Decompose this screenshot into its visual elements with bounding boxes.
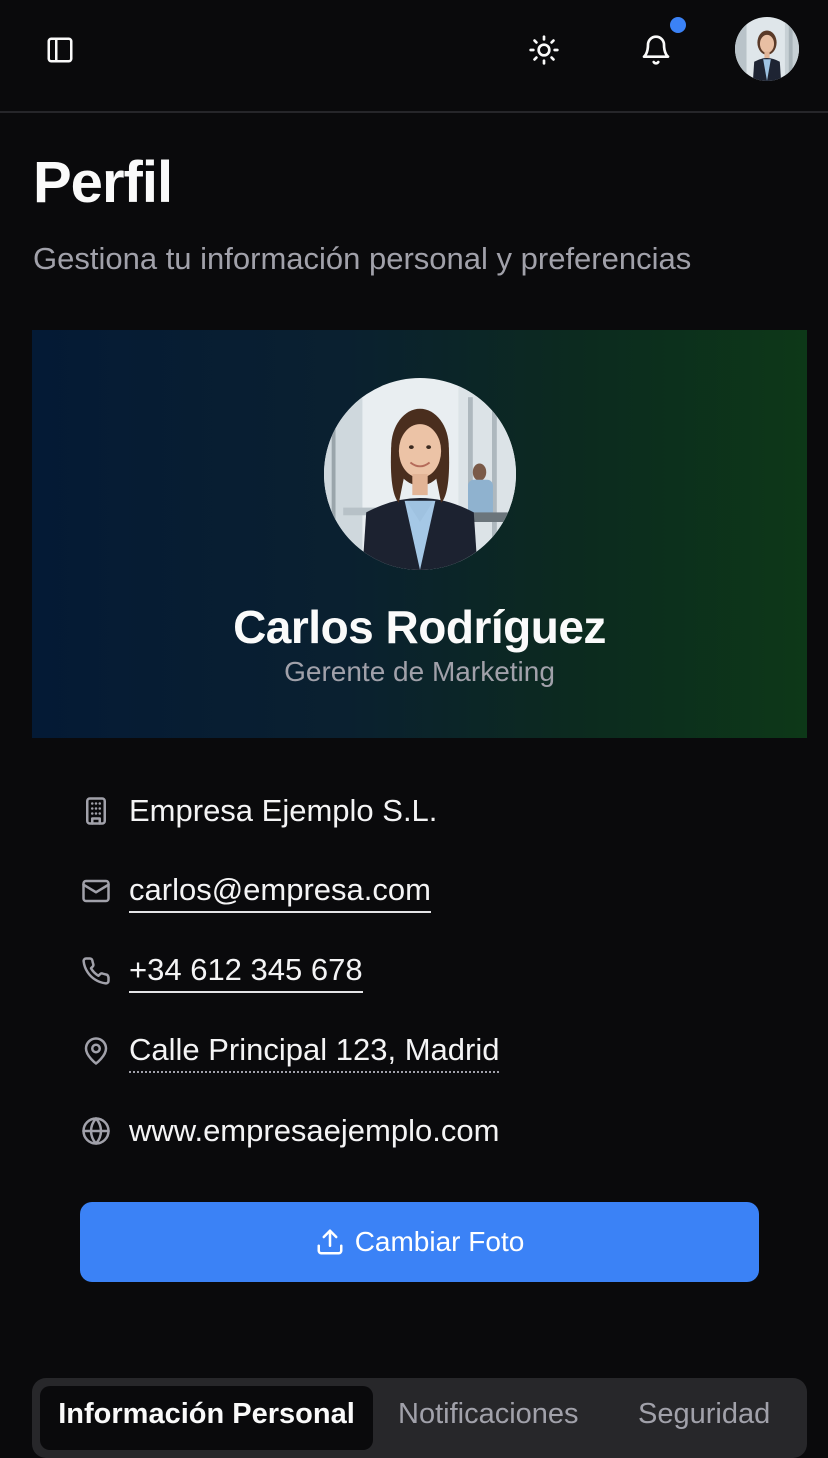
notifications-button[interactable]	[632, 26, 680, 74]
profile-tabs: Información Personal Notificaciones Segu…	[32, 1378, 807, 1458]
phone-link[interactable]: +34 612 345 678	[129, 950, 363, 993]
building-icon	[80, 795, 112, 827]
email-link[interactable]: carlos@empresa.com	[129, 870, 431, 913]
tab-notifications[interactable]: Notificaciones	[398, 1386, 579, 1450]
theme-toggle-button[interactable]	[520, 26, 568, 74]
company-text: Empresa Ejemplo S.L.	[129, 793, 438, 828]
change-photo-label: Cambiar Foto	[354, 1226, 525, 1257]
sidebar-toggle-button[interactable]	[36, 30, 84, 70]
address-link[interactable]: Calle Principal 123, Madrid	[129, 1030, 500, 1073]
avatar-photo	[735, 17, 799, 81]
sidebar-toggle-icon	[47, 37, 73, 63]
profile-role: Gerente de Marketing	[284, 656, 555, 687]
info-phone: +34 612 345 678	[80, 946, 363, 996]
bell-icon	[642, 35, 670, 65]
page-subtitle: Gestiona tu información personal y prefe…	[33, 241, 692, 276]
website-text: www.empresaejemplo.com	[129, 1113, 500, 1148]
globe-icon	[80, 1115, 112, 1147]
map-pin-icon	[80, 1035, 112, 1067]
user-avatar-button[interactable]	[735, 17, 799, 81]
info-address: Calle Principal 123, Madrid	[80, 1026, 500, 1076]
profile-hero-card: Carlos Rodríguez Gerente de Marketing	[32, 330, 807, 738]
info-website: www.empresaejemplo.com	[80, 1106, 499, 1156]
profile-name: Carlos Rodríguez	[233, 601, 606, 653]
upload-icon	[317, 1229, 343, 1255]
tab-security[interactable]: Seguridad	[638, 1386, 770, 1450]
info-email: carlos@empresa.com	[80, 866, 431, 916]
change-photo-button[interactable]: Cambiar Foto	[80, 1202, 759, 1282]
phone-icon	[80, 955, 112, 987]
profile-photo	[324, 378, 516, 570]
mail-icon	[80, 875, 112, 907]
profile-avatar	[324, 378, 516, 570]
tab-personal-info[interactable]: Información Personal	[40, 1386, 373, 1450]
notification-badge	[670, 17, 686, 33]
info-company: Empresa Ejemplo S.L.	[80, 786, 437, 836]
page-title: Perfil	[33, 150, 173, 215]
sun-icon	[529, 35, 559, 65]
top-bar	[0, 0, 828, 113]
